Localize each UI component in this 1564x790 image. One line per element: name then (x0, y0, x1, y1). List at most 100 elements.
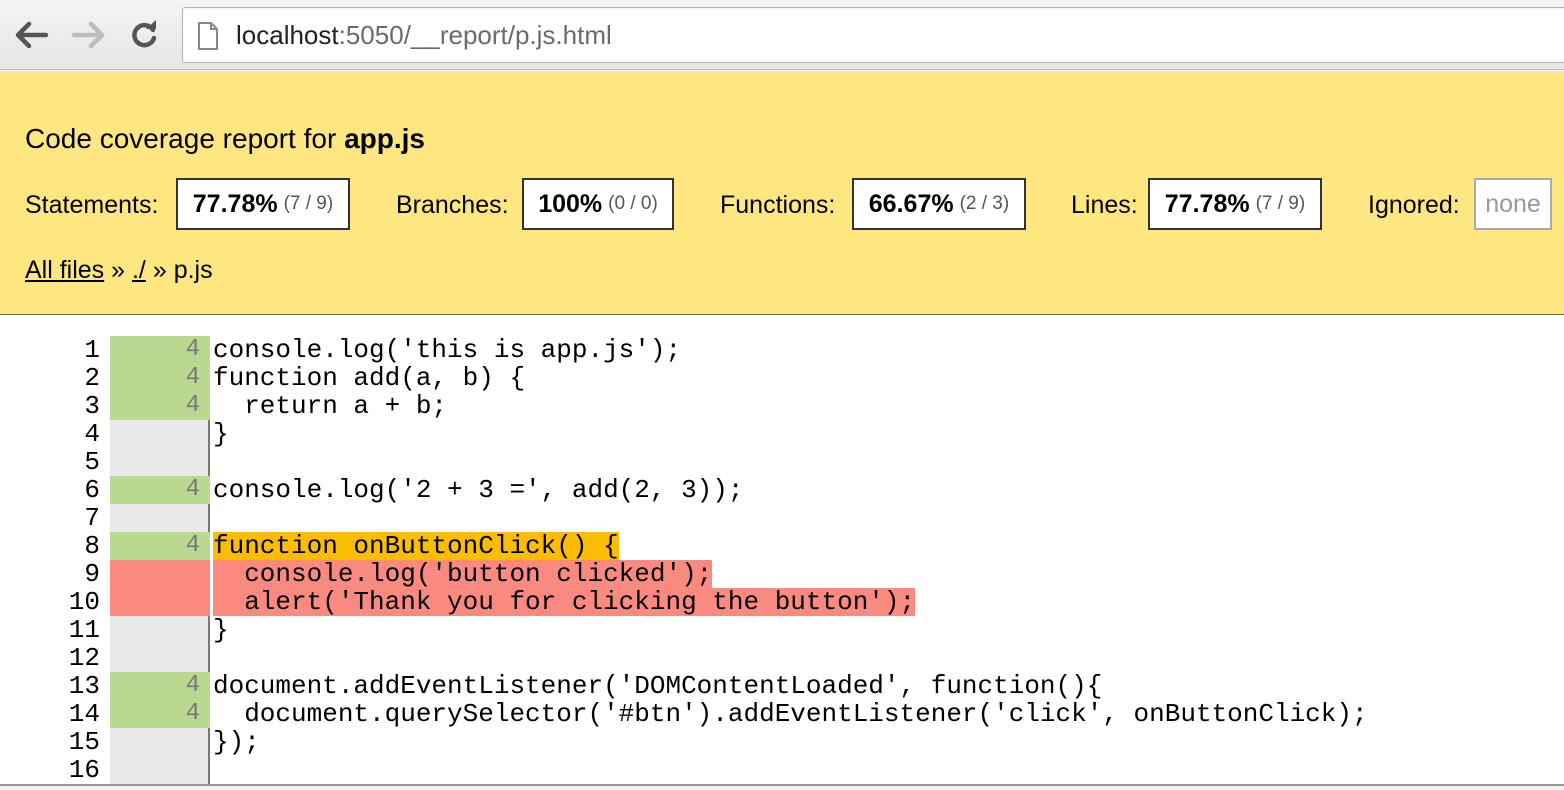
breadcrumb: All files » ./ » p.js (25, 255, 213, 285)
lines-label: Lines: (1071, 191, 1138, 219)
title-file: app.js (344, 123, 425, 154)
branches-stat: 100% (0 / 0) (522, 178, 674, 230)
source-text: console.log('button clicked'); (213, 559, 713, 589)
hit-count: 4 (110, 364, 210, 392)
code-line: 13 4 document.addEventListener('DOMContent… (0, 672, 1564, 700)
functions-frac: (2 / 3) (959, 193, 1010, 214)
code-line: 16 (0, 756, 1564, 784)
hit-count: 4 (110, 672, 210, 700)
code-line: 9 console.log('button clicked'); (0, 560, 1564, 588)
statements-label: Statements: (25, 191, 159, 219)
line-number[interactable]: 2 (0, 364, 100, 392)
address-bar[interactable]: localhost:5050/__report/p.js.html (182, 7, 1564, 63)
code-line: 6 4 console.log('2 + 3 =', add(2, 3)); (0, 476, 1564, 504)
source-text: console.log('this is app.js'); (213, 335, 682, 365)
code-line: 11} (0, 616, 1564, 644)
lines-pct: 77.78% (1164, 189, 1250, 218)
hit-count (110, 616, 210, 644)
code-line: 12 (0, 644, 1564, 672)
horizontal-scrollbar[interactable] (0, 784, 1564, 790)
source-text: function onButtonClick() { (213, 531, 619, 561)
arrow-left-icon (15, 21, 49, 49)
lines-stat: 77.78% (7 / 9) (1148, 178, 1322, 230)
code-line: 7 (0, 504, 1564, 532)
hit-count (110, 504, 210, 532)
ignored-value: none (1485, 189, 1541, 218)
branches-pct: 100% (538, 189, 603, 218)
code-line: 4} (0, 420, 1564, 448)
hit-count (110, 420, 210, 448)
line-number[interactable]: 9 (0, 560, 100, 588)
statements-frac: (7 / 9) (283, 193, 334, 214)
line-number[interactable]: 10 (0, 588, 100, 616)
breadcrumb-separator: » (104, 256, 132, 284)
statements-pct: 77.78% (192, 189, 278, 218)
arrow-right-icon (71, 21, 105, 49)
line-number[interactable]: 12 (0, 644, 100, 672)
reload-icon (132, 20, 157, 48)
lines-frac: (7 / 9) (1255, 193, 1306, 214)
functions-pct: 66.67% (868, 189, 954, 218)
hit-count: 4 (110, 336, 210, 364)
code-listing: 1 4 console.log('this is app.js'); 2 4 functi… (0, 316, 1564, 790)
source-text: document.addEventListener('DOMContentLoa… (213, 671, 1103, 701)
source-text: alert('Thank you for clicking the button… (213, 587, 916, 617)
hit-count (110, 588, 210, 616)
line-number[interactable]: 15 (0, 728, 100, 756)
breadcrumb-dir-link[interactable]: ./ (132, 256, 146, 284)
source-text: console.log('2 + 3 =', add(2, 3)); (213, 475, 744, 505)
hit-count (110, 644, 210, 672)
source-text: return a + b; (213, 391, 448, 421)
source-text: } (213, 615, 229, 645)
code-line: 14 4 document.querySelector('#btn').addEv… (0, 700, 1564, 728)
line-number[interactable]: 16 (0, 756, 100, 784)
hit-count (110, 728, 210, 756)
breadcrumb-separator: » (145, 256, 174, 284)
branches-frac: (0 / 0) (608, 193, 658, 214)
functions-label: Functions: (720, 191, 836, 219)
branches-label: Branches: (396, 191, 509, 219)
breadcrumb-current-file: p.js (173, 256, 213, 284)
breadcrumb-all-files-link[interactable]: All files (25, 256, 104, 284)
line-number[interactable]: 13 (0, 672, 100, 700)
line-number[interactable]: 1 (0, 336, 100, 364)
line-number[interactable]: 4 (0, 420, 100, 448)
line-number[interactable]: 8 (0, 532, 100, 560)
url-text: localhost:5050/__report/p.js.html (236, 19, 612, 51)
hit-count (110, 448, 210, 476)
code-line: 34 return a + b; (0, 392, 1564, 420)
hit-count: 4 (110, 700, 210, 728)
url-host: localhost (236, 20, 339, 50)
source-text: function add(a, b) { (213, 363, 526, 393)
code-line: 10 alert('Thank you for clicking the but… (0, 588, 1564, 616)
hit-count (110, 756, 210, 784)
page-icon (198, 22, 218, 50)
browser-toolbar: localhost:5050/__report/p.js.html (0, 0, 1564, 70)
url-path: :5050/__report/p.js.html (338, 20, 612, 50)
code-line: 15}); (0, 728, 1564, 756)
functions-stat: 66.67% (2 / 3) (852, 178, 1026, 230)
code-line: 8 4 function onButtonClick() { (0, 532, 1564, 560)
back-button[interactable] (12, 16, 52, 54)
statements-stat: 77.78% (7 / 9) (176, 178, 350, 230)
forward-button[interactable] (68, 16, 108, 54)
line-number[interactable]: 7 (0, 504, 100, 532)
line-number[interactable]: 11 (0, 616, 100, 644)
line-number[interactable]: 14 (0, 700, 100, 728)
hit-count: 4 (110, 392, 210, 420)
ignored-label: Ignored: (1368, 191, 1460, 219)
code-line: 2 4 function add(a, b) { (0, 364, 1564, 392)
source-text: }); (213, 727, 260, 757)
hit-count: 4 (110, 532, 210, 560)
hit-count: 4 (110, 476, 210, 504)
page-title: Code coverage report for app.js (25, 121, 425, 157)
line-number[interactable]: 5 (0, 448, 100, 476)
ignored-stat: none (1474, 178, 1552, 230)
line-number[interactable]: 3 (0, 392, 100, 420)
reload-button[interactable] (124, 16, 164, 54)
code-line: 5 (0, 448, 1564, 476)
line-number[interactable]: 6 (0, 476, 100, 504)
title-prefix: Code coverage report for (25, 123, 345, 154)
hit-count (110, 560, 210, 588)
source-text: document.querySelector('#btn').addEventL… (213, 699, 1368, 729)
